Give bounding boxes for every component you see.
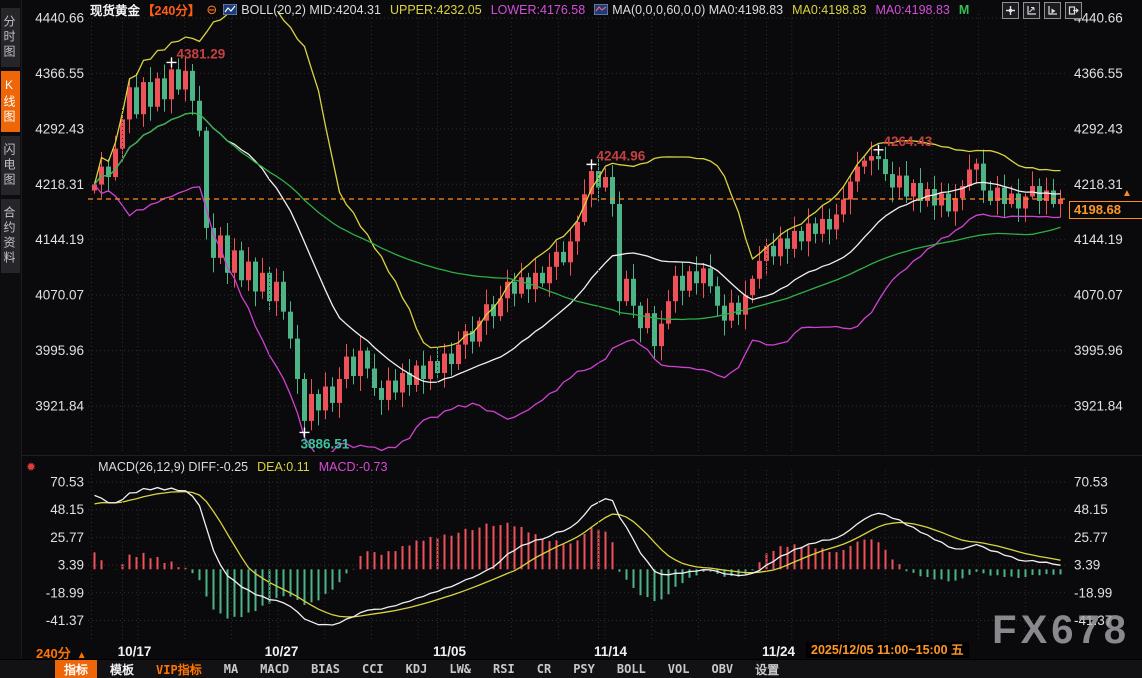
macd-value: MACD:-0.73 <box>319 460 388 474</box>
toolbar-button-bias[interactable]: BIAS <box>302 661 349 677</box>
boll-lower-value: LOWER:4176.58 <box>491 3 586 17</box>
price-annotation: 4264.43 <box>884 134 933 149</box>
ma-magenta-value: MA0:4198.83 <box>875 3 949 17</box>
y-axis-label-left: -18.99 <box>46 585 84 600</box>
x-axis-label: 10/17 <box>118 644 152 659</box>
macd-settings-icon[interactable]: ✹ <box>26 460 36 474</box>
indicator-toolbar: 指标模板VIP指标MAMACDBIASCCIKDJLW&RSICRPSYBOLL… <box>0 659 1142 678</box>
price-up-arrow-icon: ▲ <box>1122 189 1132 199</box>
ma-green-value: M <box>959 3 969 17</box>
sidebar-tab-contract-info[interactable]: 合约资料 <box>1 199 20 273</box>
x-axis-label: 11/05 <box>433 644 467 659</box>
price-annotation: 3886.51 <box>301 436 350 451</box>
toolbar-button-indicator[interactable]: 指标 <box>55 660 97 678</box>
y-axis-label-left: 3.39 <box>58 558 84 573</box>
y-axis-label-right: 25.77 <box>1074 530 1108 545</box>
toolbar-button-kdj[interactable]: KDJ <box>397 661 437 677</box>
macd-series <box>95 488 1061 625</box>
y-axis-label-right: 4218.31 <box>1074 177 1123 192</box>
current-price-tag: 4198.68 <box>1069 201 1142 219</box>
y-axis-label-left: 3995.96 <box>35 343 84 358</box>
toolbar-button-lwr[interactable]: LW& <box>440 661 480 677</box>
extreme-marker-icon <box>587 159 597 169</box>
candlestick-series <box>92 0 1063 458</box>
sidebar-tab-kline[interactable]: K线图 <box>1 71 20 132</box>
x-axis-label: 11/24 <box>762 644 796 659</box>
boll-values: BOLL(20,2) MID:4204.31 <box>241 3 381 17</box>
toolbar-button-macd[interactable]: MACD <box>251 661 298 677</box>
boll-upper-value: UPPER:4232.05 <box>390 3 482 17</box>
axis-scale-icon[interactable] <box>1023 2 1040 19</box>
y-axis-label-left: 4292.43 <box>35 121 84 136</box>
toolbar-button-template[interactable]: 模板 <box>101 660 143 678</box>
y-axis-label-left: 70.53 <box>50 475 84 490</box>
move-tool-icon[interactable] <box>1002 2 1019 19</box>
session-timestamp: 2025/12/05 11:00~15:00 五 <box>806 642 969 658</box>
y-axis-label-left: 3921.84 <box>35 399 84 414</box>
y-axis-label-left: 4144.19 <box>35 232 84 247</box>
toolbar-button-vol[interactable]: VOL <box>659 661 699 677</box>
y-axis-label-right: -18.99 <box>1074 585 1112 600</box>
y-axis-label-right: 3.39 <box>1074 558 1100 573</box>
y-axis-label-right: 48.15 <box>1074 502 1108 517</box>
y-axis-label-right: 4366.55 <box>1074 66 1123 81</box>
macd-dea-value: DEA:0.11 <box>257 460 310 474</box>
price-annotation: 4381.29 <box>177 46 226 61</box>
y-axis-label-right: 70.53 <box>1074 475 1108 490</box>
axis-play-icon[interactable] <box>1044 2 1061 19</box>
y-axis-label-left: 25.77 <box>50 530 84 545</box>
toolbar-button-vip-indicator[interactable]: VIP指标 <box>147 660 211 678</box>
toolbar-button-rsi[interactable]: RSI <box>484 661 524 677</box>
period-label: 【240分】 <box>142 0 200 19</box>
trading-app: 4440.664440.664366.554366.554292.434292.… <box>0 0 1142 678</box>
y-axis-label-left: 4218.31 <box>35 177 84 192</box>
y-axis-label-right: 3921.84 <box>1074 399 1123 414</box>
extreme-marker-icon <box>167 57 177 67</box>
toolbar-button-psy[interactable]: PSY <box>564 661 604 677</box>
fx678-watermark: FX678 <box>992 608 1130 653</box>
y-axis-label-left: -41.37 <box>46 613 84 628</box>
y-axis-label-right: 4292.43 <box>1074 121 1123 136</box>
toolbar-button-obv[interactable]: OBV <box>702 661 742 677</box>
macd-diff-value: MACD(26,12,9) DIFF:-0.25 <box>98 460 248 474</box>
y-axis-label-right: 4144.19 <box>1074 232 1123 247</box>
boll-indicator-icon[interactable] <box>223 4 237 15</box>
symbol-name: 现货黄金 <box>90 0 140 19</box>
toolbar-button-settings[interactable]: 设置 <box>746 660 788 678</box>
y-axis-label-left: 4070.07 <box>35 288 84 303</box>
chart-type-sidebar: 分时图 K线图 闪电图 合约资料 <box>0 0 22 660</box>
chart-header: 现货黄金 【240分】 ⊖ BOLL(20,2) MID:4204.31 UPP… <box>24 0 1142 19</box>
toolbar-button-ma[interactable]: MA <box>215 661 247 677</box>
y-axis-label-left: 4366.55 <box>35 66 84 81</box>
price-annotation: 4244.96 <box>597 148 646 163</box>
toolbar-button-cr[interactable]: CR <box>528 661 560 677</box>
collapse-icon[interactable]: ⊖ <box>206 2 217 18</box>
ma-indicator-icon[interactable] <box>594 4 608 15</box>
y-axis-label-right: 3995.96 <box>1074 343 1123 358</box>
sidebar-tab-timeshare[interactable]: 分时图 <box>1 8 20 67</box>
exit-panel-icon[interactable] <box>1065 2 1082 19</box>
window-controls <box>1002 2 1082 19</box>
ma-values: MA(0,0,0,60,0,0) MA0:4198.83 <box>612 3 783 17</box>
ma-yellow-value: MA0:4198.83 <box>792 3 866 17</box>
price-chart[interactable]: 4440.664440.664366.554366.554292.434292.… <box>0 0 1142 662</box>
sidebar-tab-lightning[interactable]: 闪电图 <box>1 136 20 195</box>
y-axis-label-right: 4070.07 <box>1074 288 1123 303</box>
toolbar-button-boll[interactable]: BOLL <box>608 661 655 677</box>
y-axis-label-left: 48.15 <box>50 502 84 517</box>
toolbar-button-cci[interactable]: CCI <box>353 661 393 677</box>
x-axis-label: 10/27 <box>265 644 299 659</box>
macd-pane-header: ✹ MACD(26,12,9) DIFF:-0.25 DEA:0.11 MACD… <box>24 459 396 475</box>
extreme-marker-icon <box>874 145 884 155</box>
x-axis-label: 11/14 <box>594 644 628 659</box>
